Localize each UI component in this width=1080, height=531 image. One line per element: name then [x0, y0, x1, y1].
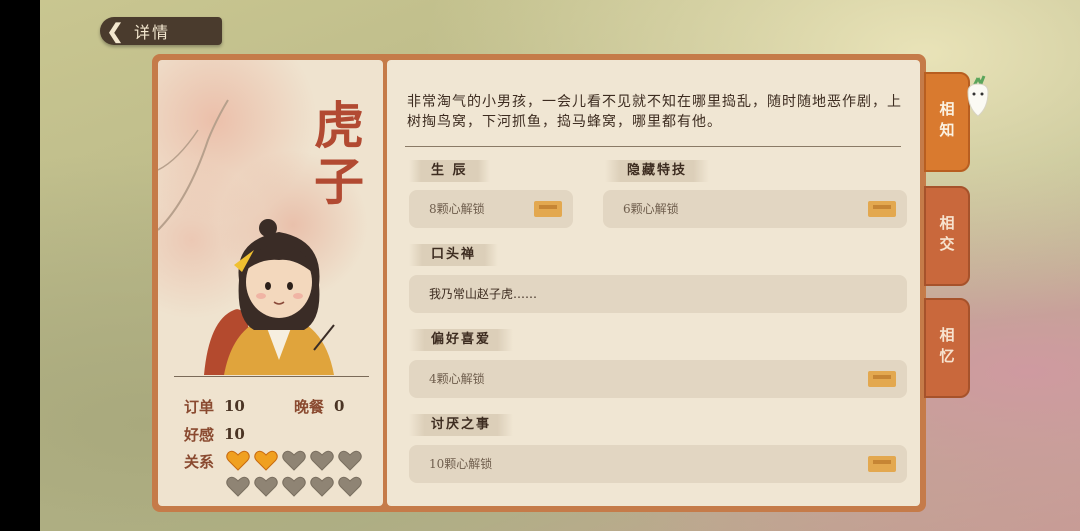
- profile-page: 非常淘气的小男孩，一会儿看不见就不知在哪里捣乱，随时随地恶作剧，上树掏鸟窝，下河…: [387, 60, 920, 506]
- description-divider: [405, 146, 901, 147]
- tab-xiangyi[interactable]: 相忆: [924, 298, 970, 398]
- stats-row-favor: 好感 10: [184, 420, 383, 448]
- unlock-box-icon: [868, 456, 896, 472]
- character-name-char-1: 虎: [314, 96, 364, 155]
- heart-empty-icon: [336, 474, 364, 498]
- tab-xiangjiao[interactable]: 相交: [924, 186, 970, 286]
- dinner-label: 晚餐: [294, 397, 325, 416]
- orders-label: 订单: [184, 397, 215, 416]
- heart-empty-icon: [308, 474, 336, 498]
- character-book: 虎 子 订单 10 晚餐 0 好感 10 关系 非常淘气的小男孩，一会儿看不见就…: [152, 54, 926, 512]
- relation-row: 关系: [184, 448, 383, 498]
- birthday-field: 8颗心解锁: [409, 190, 573, 228]
- relation-hearts: [224, 448, 364, 498]
- unlock-box-icon: [868, 371, 896, 387]
- favor-value: 10: [224, 425, 245, 443]
- chevron-left-icon: ❮: [106, 19, 124, 43]
- orders-value: 10: [224, 397, 245, 415]
- hidden-skill-field: 6颗心解锁: [603, 190, 907, 228]
- radish-mascot-icon: [967, 75, 989, 117]
- catchphrase-label: 口头禅: [409, 244, 499, 266]
- likes-field: 4颗心解锁: [409, 360, 907, 398]
- favor-label: 好感: [184, 425, 215, 444]
- heart-empty-icon: [280, 448, 308, 472]
- dislikes-value: 10颗心解锁: [429, 457, 493, 471]
- heart-empty-icon: [308, 448, 336, 472]
- character-name-char-2: 子: [314, 152, 364, 211]
- hidden-skill-value: 6颗心解锁: [623, 202, 679, 216]
- left-divider: [174, 376, 369, 377]
- character-name: 虎 子: [311, 98, 367, 210]
- catchphrase-value: 我乃常山赵子虎……: [429, 287, 538, 301]
- heart-filled-icon: [252, 448, 280, 472]
- heart-empty-icon: [252, 474, 280, 498]
- birthday-value: 8颗心解锁: [429, 202, 485, 216]
- dislikes-field: 10颗心解锁: [409, 445, 907, 483]
- likes-label: 偏好喜爱: [409, 329, 514, 351]
- stats-panel: 订单 10 晚餐 0 好感 10 关系: [184, 392, 383, 498]
- dinner-value: 0: [334, 397, 345, 415]
- dislikes-label: 讨厌之事: [409, 414, 514, 436]
- character-description: 非常淘气的小男孩，一会儿看不见就不知在哪里捣乱，随时随地恶作剧，上树掏鸟窝，下河…: [407, 94, 902, 130]
- hidden-skill-label: 隐藏特技: [605, 160, 710, 182]
- heart-filled-icon: [224, 448, 252, 472]
- character-card: 虎 子 订单 10 晚餐 0 好感 10 关系: [158, 60, 383, 506]
- catchphrase-field: 我乃常山赵子虎……: [409, 275, 907, 313]
- character-portrait: [204, 219, 335, 375]
- birthday-label: 生 辰: [409, 160, 490, 182]
- unlock-box-icon: [534, 201, 562, 217]
- stats-row-orders: 订单 10 晚餐 0: [184, 392, 383, 420]
- heart-empty-icon: [336, 448, 364, 472]
- unlock-box-icon: [868, 201, 896, 217]
- likes-value: 4颗心解锁: [429, 372, 485, 386]
- back-button[interactable]: ❮ 详情: [100, 17, 222, 45]
- heart-empty-icon: [224, 474, 252, 498]
- relation-label: 关系: [184, 453, 215, 471]
- back-button-label: 详情: [134, 23, 171, 42]
- heart-empty-icon: [280, 474, 308, 498]
